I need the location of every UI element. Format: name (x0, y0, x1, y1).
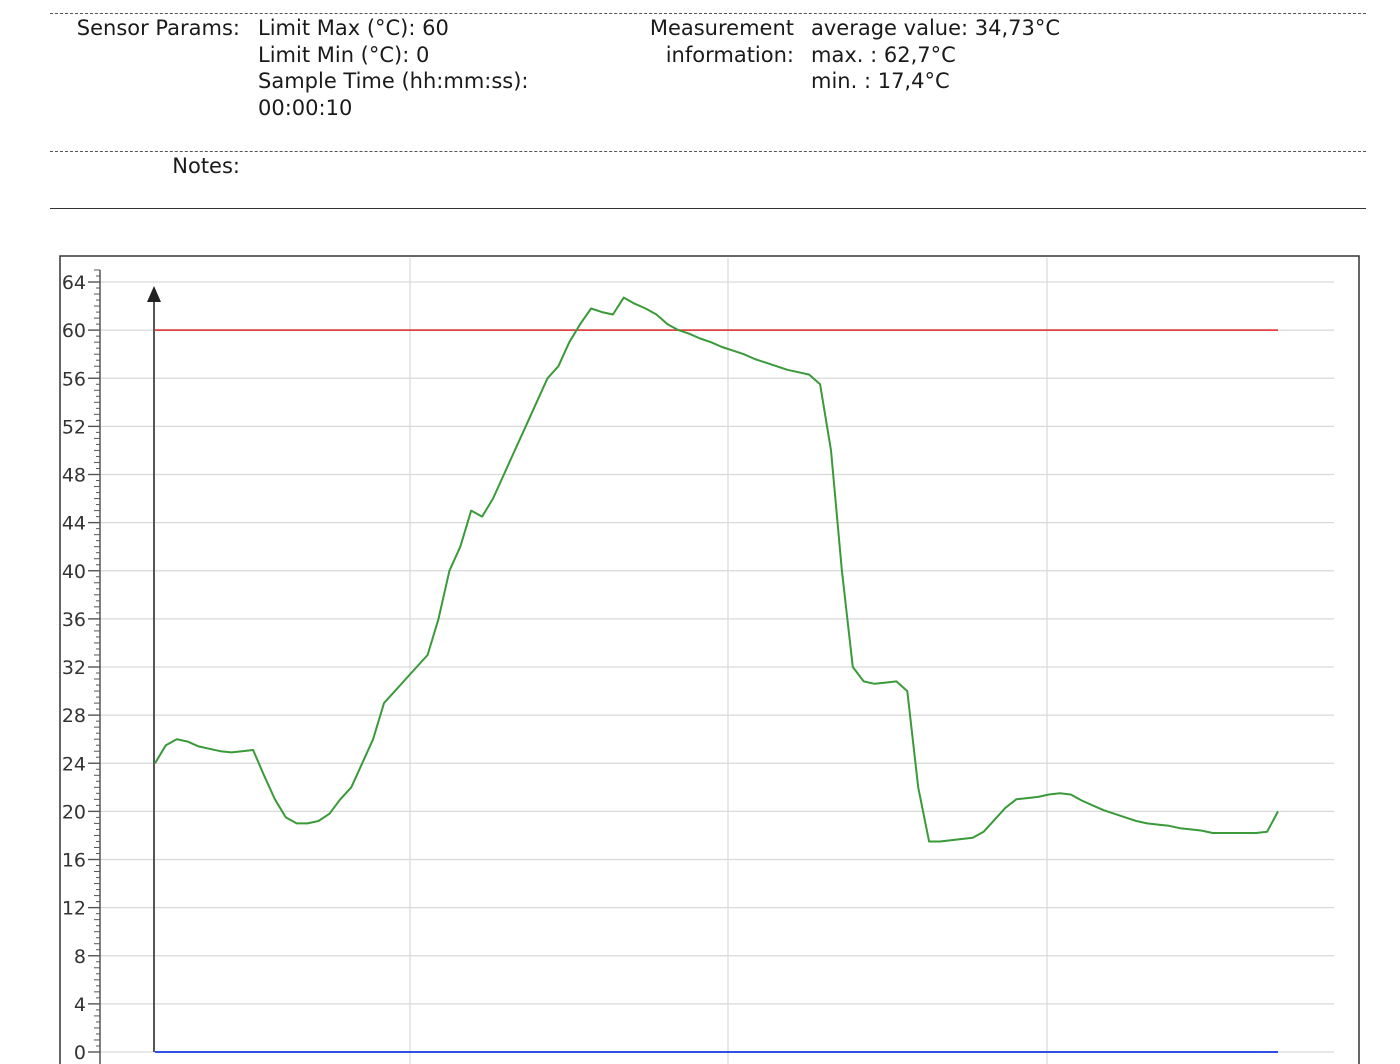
y-tick-label-56: 56 (62, 368, 86, 390)
y-tick-label-60: 60 (62, 320, 86, 342)
y-tick-label-8: 8 (74, 946, 86, 968)
y-tick-label-20: 20 (62, 801, 86, 823)
y-tick-label-12: 12 (62, 898, 86, 920)
y-tick-label-64: 64 (62, 272, 86, 294)
y-tick-label-32: 32 (62, 657, 86, 679)
y-tick-label-36: 36 (62, 609, 86, 631)
y-tick-label-4: 4 (74, 994, 86, 1016)
y-tick-label-24: 24 (62, 753, 86, 775)
y-tick-label-44: 44 (62, 513, 86, 535)
y-tick-label-52: 52 (62, 416, 86, 438)
y-tick-label-40: 40 (62, 561, 86, 583)
temperature-chart: 0481216202428323640444852566064 (59, 255, 1360, 1064)
y-tick-label-0: 0 (74, 1042, 86, 1064)
chart-frame (59, 255, 1360, 1064)
y-tick-label-16: 16 (62, 850, 86, 872)
y-tick-label-48: 48 (62, 465, 86, 487)
y-tick-label-28: 28 (62, 705, 86, 727)
